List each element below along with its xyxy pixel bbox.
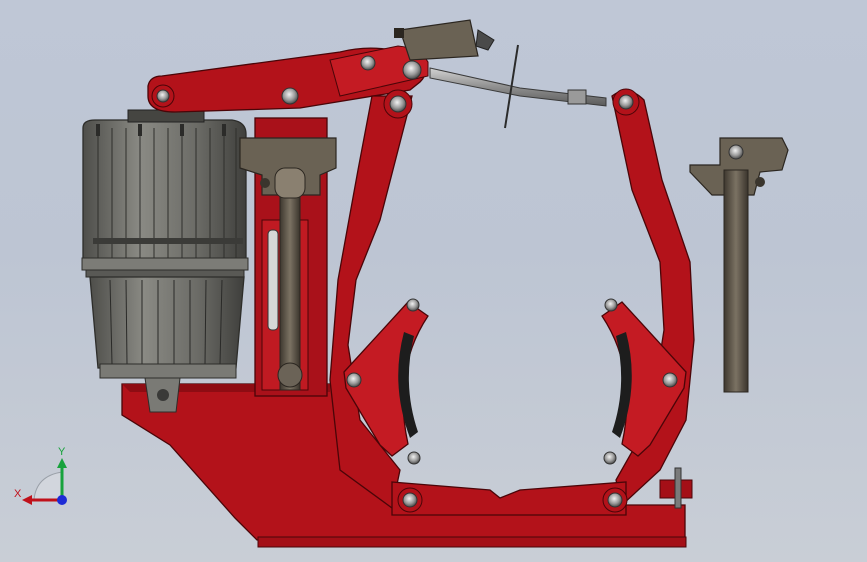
y-axis-label: Y: [58, 446, 66, 458]
brake-assembly-model[interactable]: Y X: [0, 0, 867, 562]
thruster-motor[interactable]: [81, 109, 249, 413]
cad-viewport[interactable]: Y X: [0, 0, 867, 562]
right-rod-bracket[interactable]: [689, 137, 789, 393]
limit-switch[interactable]: [394, 19, 495, 61]
x-axis-label: X: [14, 488, 22, 500]
z-axis-dot: [57, 495, 67, 505]
coordinate-triad: Y X: [14, 446, 67, 505]
